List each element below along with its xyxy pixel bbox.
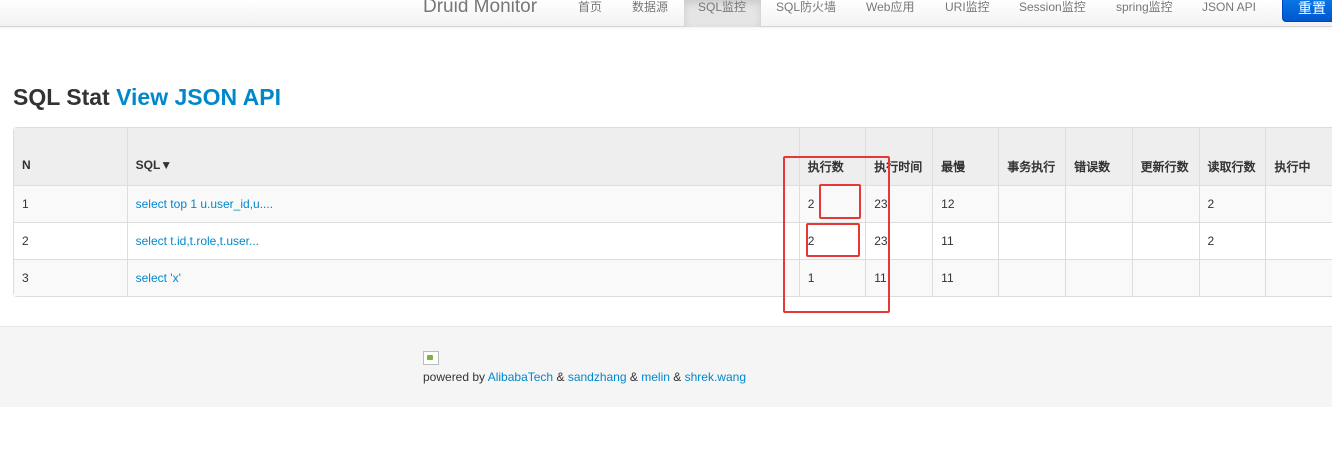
- cell-n: 3: [14, 259, 127, 296]
- col-header-txn[interactable]: 事务执行: [998, 128, 1066, 185]
- cell-slowest: 11: [932, 222, 999, 259]
- col-header-errors[interactable]: 错误数: [1065, 128, 1132, 185]
- cell-slowest: 11: [932, 259, 999, 296]
- col-header-slowest[interactable]: 最慢: [932, 128, 999, 185]
- table-row: 2 select t.id,t.role,t.user... 2 23 11 2: [14, 222, 1332, 259]
- cell-update-rows: [1131, 259, 1199, 296]
- ampersand: &: [673, 370, 682, 384]
- link-sandzhang[interactable]: sandzhang: [568, 370, 627, 384]
- annotation-box-row2-count: [806, 223, 860, 257]
- cell-txn: [998, 222, 1066, 259]
- ampersand: &: [629, 370, 638, 384]
- table-row: 1 select top 1 u.user_id,u.... 2 23 12 2: [14, 185, 1332, 222]
- sql-link[interactable]: select top 1 u.user_id,u....: [136, 197, 273, 211]
- cell-txn: [998, 185, 1066, 222]
- cell-read-rows: 2: [1198, 222, 1266, 259]
- col-header-n[interactable]: N: [14, 128, 127, 185]
- table-row: 3 select 'x' 1 11 11: [14, 259, 1332, 296]
- link-melin[interactable]: melin: [641, 370, 670, 384]
- col-header-update-rows[interactable]: 更新行数: [1131, 128, 1199, 185]
- cell-sql: select top 1 u.user_id,u....: [126, 185, 799, 222]
- cell-errors: [1065, 185, 1132, 222]
- cell-n: 2: [14, 222, 127, 259]
- footer: powered by AlibabaTech & sandzhang & mel…: [0, 326, 1332, 407]
- cell-read-rows: [1198, 259, 1266, 296]
- cell-errors: [1065, 259, 1132, 296]
- cell-sql: select 'x': [126, 259, 799, 296]
- cell-running: [1265, 259, 1332, 296]
- link-alibabatech[interactable]: AlibabaTech: [488, 370, 553, 384]
- cell-read-rows: 2: [1198, 185, 1266, 222]
- cell-update-rows: [1131, 222, 1199, 259]
- cell-sql: select t.id,t.role,t.user...: [126, 222, 799, 259]
- powered-by-text: powered by: [423, 370, 486, 384]
- sql-link[interactable]: select t.id,t.role,t.user...: [136, 234, 259, 248]
- cell-update-rows: [1131, 185, 1199, 222]
- cell-txn: [998, 259, 1066, 296]
- sql-link[interactable]: select 'x': [136, 271, 181, 285]
- powered-by-line: powered by AlibabaTech & sandzhang & mel…: [423, 370, 746, 384]
- ampersand: &: [556, 370, 565, 384]
- link-shrek-wang[interactable]: shrek.wang: [685, 370, 746, 384]
- col-header-read-rows[interactable]: 读取行数: [1198, 128, 1266, 185]
- cell-errors: [1065, 222, 1132, 259]
- cell-running: [1265, 185, 1332, 222]
- annotation-box-row1-count: [819, 184, 861, 219]
- sql-stat-table: N SQL▼ 执行数 执行时间 最慢 事务执行 错误数 更新行数 读取行数 执行…: [13, 127, 1332, 297]
- cell-running: [1265, 222, 1332, 259]
- cell-n: 1: [14, 185, 127, 222]
- col-header-running[interactable]: 执行中: [1265, 128, 1332, 185]
- col-header-sql[interactable]: SQL▼: [126, 128, 799, 185]
- broken-image-icon: [423, 351, 439, 365]
- cell-slowest: 12: [932, 185, 999, 222]
